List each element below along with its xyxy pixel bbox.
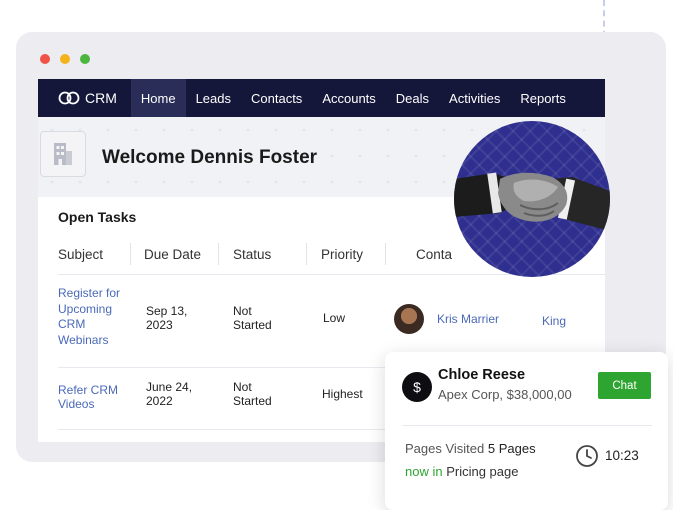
pages-visited: Pages Visited 5 Pages <box>405 441 536 456</box>
brand-logo[interactable]: CRM <box>38 79 131 117</box>
column-separator <box>306 243 307 265</box>
column-header-subject[interactable]: Subject <box>58 247 103 262</box>
window-minimize-dot[interactable] <box>60 54 70 64</box>
brand-label: CRM <box>85 90 117 106</box>
session-time: 10:23 <box>605 448 639 463</box>
task-status: Not Started <box>233 380 272 408</box>
window-close-dot[interactable] <box>40 54 50 64</box>
clock-icon <box>576 445 598 467</box>
column-separator <box>130 243 131 265</box>
nav-item-contacts[interactable]: Contacts <box>241 79 312 117</box>
contact-link[interactable]: Kris Marrier <box>437 312 499 326</box>
popup-divider <box>402 425 652 426</box>
current-page: now in Pricing page <box>405 464 518 479</box>
crm-logo-icon <box>58 91 80 105</box>
column-header-status[interactable]: Status <box>233 247 271 262</box>
task-due-date: June 24, 2022 <box>146 380 193 408</box>
welcome-heading: Welcome Dennis Foster <box>102 147 318 168</box>
current-page-name: Pricing page <box>446 464 519 479</box>
nav-item-accounts[interactable]: Accounts <box>312 79 385 117</box>
column-header-priority[interactable]: Priority <box>321 247 363 262</box>
window-maximize-dot[interactable] <box>80 54 90 64</box>
account-link[interactable]: King <box>542 314 566 328</box>
company-logo <box>40 131 86 177</box>
handshake-image <box>454 121 610 277</box>
column-separator <box>385 243 386 265</box>
nav-item-deals[interactable]: Deals <box>386 79 439 117</box>
open-tasks-title: Open Tasks <box>58 209 137 225</box>
handshake-icon <box>454 172 610 231</box>
visitor-popup-card: $ Chloe Reese Apex Corp, $38,000,00 Chat… <box>385 352 668 510</box>
dollar-icon: $ <box>402 372 432 402</box>
pages-visited-label: Pages Visited <box>405 441 485 456</box>
nav-item-activities[interactable]: Activities <box>439 79 510 117</box>
task-subject-link[interactable]: Register for Upcoming CRM Webinars <box>58 286 138 348</box>
nav-item-reports[interactable]: Reports <box>510 79 576 117</box>
column-header-contact[interactable]: Conta <box>416 247 452 262</box>
building-icon <box>54 143 72 165</box>
chat-button[interactable]: Chat <box>598 372 651 399</box>
avatar <box>394 304 424 334</box>
visitor-company: Apex Corp, $38,000,00 <box>438 387 572 402</box>
task-subject-link[interactable]: Refer CRM Videos <box>58 383 128 411</box>
task-priority: Low <box>323 311 346 325</box>
column-separator <box>218 243 219 265</box>
now-in-label: now in <box>405 464 443 479</box>
nav-item-leads[interactable]: Leads <box>186 79 241 117</box>
task-status: Not Started <box>233 304 272 332</box>
column-header-due-date[interactable]: Due Date <box>144 247 201 262</box>
task-priority: Highest <box>322 387 363 401</box>
task-due-date: Sep 13, 2023 <box>146 304 188 332</box>
nav-item-home[interactable]: Home <box>130 79 186 117</box>
top-navbar: CRM Home Leads Contacts Accounts Deals A… <box>38 79 605 117</box>
visitor-name: Chloe Reese <box>438 367 526 383</box>
pages-visited-value: 5 Pages <box>487 441 536 456</box>
